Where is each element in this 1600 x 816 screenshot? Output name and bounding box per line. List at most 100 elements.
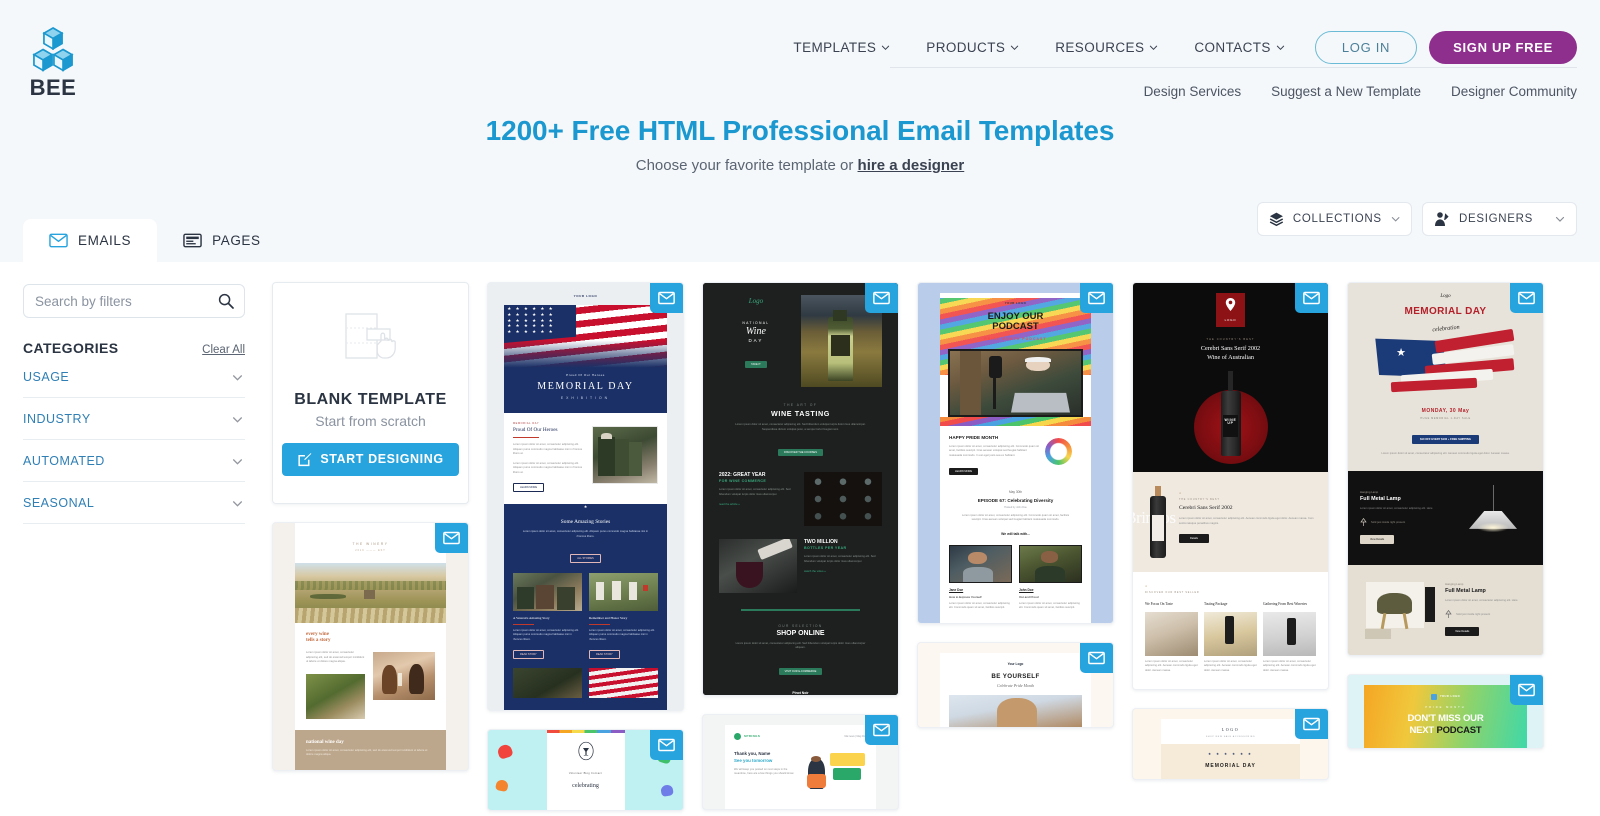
brand-logo[interactable]: BEE xyxy=(23,26,83,101)
wine-day-million-link[interactable]: watch the video » xyxy=(804,569,882,573)
wine-day-button[interactable]: TAKE IT xyxy=(745,361,767,368)
email-type-badge[interactable] xyxy=(865,714,898,745)
envelope-icon xyxy=(1088,291,1105,305)
email-type-badge[interactable] xyxy=(1080,283,1113,313)
nav-contacts[interactable]: CONTACTS xyxy=(1176,34,1302,61)
collections-dropdown[interactable]: COLLECTIONS xyxy=(1257,202,1412,236)
lamp-prod-button[interactable]: View Details xyxy=(1360,535,1395,545)
cerebri-sec2-kicker: THE COUNTRY'S BEST xyxy=(1179,498,1220,501)
lamp-flag-illustration: celebration ★ xyxy=(1360,321,1531,399)
lamp-prod2-button[interactable]: View Details xyxy=(1445,627,1480,637)
search-icon[interactable] xyxy=(218,293,234,309)
memorial-sec3-button[interactable]: ALL STORIES xyxy=(570,554,601,564)
filter-sidebar: CATEGORIES Clear All USAGE INDUSTRY AUTO… xyxy=(0,262,268,816)
site-header: BEE TEMPLATES PRODUCTS RESOURCES CONTACT… xyxy=(0,0,1600,190)
wine-day-script: Wine xyxy=(745,326,766,337)
categories-header: CATEGORIES Clear All xyxy=(23,340,245,356)
wine-day-million-title: TWO MILLION xyxy=(804,539,838,546)
springs-meta: Mai news | May 2022 xyxy=(844,734,867,738)
login-button[interactable]: LOG IN xyxy=(1314,31,1418,64)
grid-column-5: LOGO THE COUNTRY'S BEST Cerebri Sans Ser… xyxy=(1132,282,1329,816)
memorial-exhibition-preview: YOUR LOGO ★ ★ ★ ★ ★ ★★ ★ ★ ★ ★ ★★ ★ ★ ★ … xyxy=(488,283,683,711)
lamp-prod2-body: Lorem ipsum dolor sit amet, consectetur … xyxy=(1445,598,1518,602)
template-card-podcast[interactable]: YOUR LOGO ENJOY OUR PODCAST PRIDE MONTH … xyxy=(917,282,1114,624)
chair-image xyxy=(1360,579,1438,641)
blank-template-card[interactable]: BLANK TEMPLATE Start from scratch START … xyxy=(272,282,469,504)
template-card-be-yourself[interactable]: Your Logo BE YOURSELF Celebrate Pride Mo… xyxy=(917,641,1114,728)
filter-automated[interactable]: AUTOMATED xyxy=(23,440,245,482)
template-card-hearts[interactable]: Volunteer Blog Contact celebrating xyxy=(487,729,684,812)
memorial-sec2-button[interactable]: LEARN MORE xyxy=(513,483,545,493)
podcast-pride-button[interactable]: LEARN MORE xyxy=(949,467,979,475)
grid-column-3: Logo NATIONAL Wine DAY TAKE IT THE ART O… xyxy=(702,282,899,816)
email-type-badge[interactable] xyxy=(650,283,683,313)
memorial-story1-button[interactable]: READ STORY xyxy=(513,650,544,660)
lamp-date: MONDAY, 30 May xyxy=(1421,408,1470,414)
blank-template-title: BLANK TEMPLATE xyxy=(294,390,447,408)
wine-day-year-title: 2022: GREAT YEAR xyxy=(719,472,766,479)
tab-emails-label: EMAILS xyxy=(78,233,132,248)
grid-column-1: BLANK TEMPLATE Start from scratch START … xyxy=(272,282,469,816)
link-designer-community[interactable]: Designer Community xyxy=(1451,84,1577,99)
cerebri-col1-title: We Focus On Taste xyxy=(1145,602,1173,606)
memorial-sec2-body: Lorem ipsum dolor sit amet, consectetur … xyxy=(513,443,583,456)
hire-designer-link[interactable]: hire a designer xyxy=(858,157,965,174)
cerebri-title-2: Wine of Australian xyxy=(1207,354,1254,361)
clear-all-link[interactable]: Clear All xyxy=(202,344,245,356)
lamp-small-icon xyxy=(1360,518,1367,527)
template-card-memorial-exhibition[interactable]: YOUR LOGO ★ ★ ★ ★ ★ ★★ ★ ★ ★ ★ ★★ ★ ★ ★ … xyxy=(487,282,684,712)
wine-day-year-link[interactable]: read the article » xyxy=(719,502,797,506)
cerebri-sec2-button[interactable]: Details xyxy=(1179,534,1209,544)
nav-resources[interactable]: RESOURCES xyxy=(1037,34,1176,61)
template-card-springs[interactable]: SPRINGS Mai news | May 2022 Thank you, N… xyxy=(702,713,899,810)
memorial-story2-button[interactable]: READ STORY xyxy=(589,650,620,660)
nav-templates[interactable]: TEMPLATES xyxy=(775,34,908,61)
link-suggest-template[interactable]: Suggest a New Template xyxy=(1271,84,1421,99)
designers-label: DESIGNERS xyxy=(1459,213,1534,225)
email-type-badge[interactable] xyxy=(1295,709,1328,740)
template-card-cerebri-wine[interactable]: LOGO THE COUNTRY'S BEST Cerebri Sans Ser… xyxy=(1132,282,1329,691)
email-type-badge[interactable] xyxy=(1510,674,1543,705)
email-type-badge[interactable] xyxy=(865,283,898,313)
wine-day-year-body: Lorem ipsum dolor sit amet, consectetur … xyxy=(719,488,791,496)
email-type-badge[interactable] xyxy=(435,523,468,553)
be-yourself-logo: Your Logo xyxy=(1007,661,1024,666)
lamp-logo: Logo xyxy=(1440,294,1451,299)
cerebri-sec2-title: Cerebri Sans Serif 2002 xyxy=(1179,505,1233,511)
envelope-icon xyxy=(1518,291,1535,305)
search-input[interactable] xyxy=(24,285,246,317)
search-filters-box[interactable] xyxy=(23,284,246,318)
signup-button[interactable]: SIGN UP FREE xyxy=(1429,31,1577,64)
tabs: EMAILS PAGES xyxy=(23,219,287,262)
template-card-memorial-shop[interactable]: LOGO SHOP NEW SALE ACCESSORIES ★ ★ ★ ★ ★… xyxy=(1132,708,1329,781)
email-type-badge[interactable] xyxy=(650,730,683,761)
template-card-wine-day[interactable]: Logo NATIONAL Wine DAY TAKE IT THE ART O… xyxy=(702,282,899,696)
lamp-promo[interactable]: $10 OFF EVERY $100 + FREE SHIPPING xyxy=(1412,435,1479,444)
template-card-next-podcast[interactable]: YOUR LOGO PRIDE MONTH DON'T MISS OUR NEX… xyxy=(1347,673,1544,749)
next-podcast-title-2a: NEXT xyxy=(1409,724,1437,736)
page-icon xyxy=(183,233,202,248)
filter-usage[interactable]: USAGE xyxy=(23,356,245,398)
wine-day-shop-button[interactable]: VISIT OUR E-COMMERCE xyxy=(778,667,823,675)
nav-products[interactable]: PRODUCTS xyxy=(908,34,1037,61)
email-type-badge[interactable] xyxy=(1295,283,1328,313)
tab-emails[interactable]: EMAILS xyxy=(23,219,158,262)
start-designing-button[interactable]: START DESIGNING xyxy=(282,442,459,476)
page-title: 1200+ Free HTML Professional Email Templ… xyxy=(485,115,1115,146)
nav-products-label: PRODUCTS xyxy=(926,40,1006,55)
template-card-winery[interactable]: THE WINERY 2019 ——— EST every wine tells… xyxy=(272,522,469,771)
wine-day-shop-kicker: OUR SELECTION xyxy=(778,623,823,628)
tab-pages[interactable]: PAGES xyxy=(157,219,287,262)
secondary-nav: Design Services Suggest a New Template D… xyxy=(1144,84,1577,99)
filter-seasonal[interactable]: SEASONAL xyxy=(23,482,245,524)
email-type-badge[interactable] xyxy=(1080,642,1113,673)
link-design-services[interactable]: Design Services xyxy=(1144,84,1242,99)
winery-brand-sub: 2019 ——— EST xyxy=(355,548,386,552)
springs-body: We will keep you posted on next steps in… xyxy=(734,767,795,776)
wine-day-art-button[interactable]: DISCOVER THE COURSES xyxy=(778,449,823,457)
filter-industry[interactable]: INDUSTRY xyxy=(23,398,245,440)
template-card-memorial-lamp[interactable]: Logo MEMORIAL DAY celebration ★ MONDAY, … xyxy=(1347,282,1544,656)
filter-usage-label: USAGE xyxy=(23,370,70,384)
designers-dropdown[interactable]: DESIGNERS xyxy=(1422,202,1577,236)
email-type-badge[interactable] xyxy=(1510,283,1543,313)
